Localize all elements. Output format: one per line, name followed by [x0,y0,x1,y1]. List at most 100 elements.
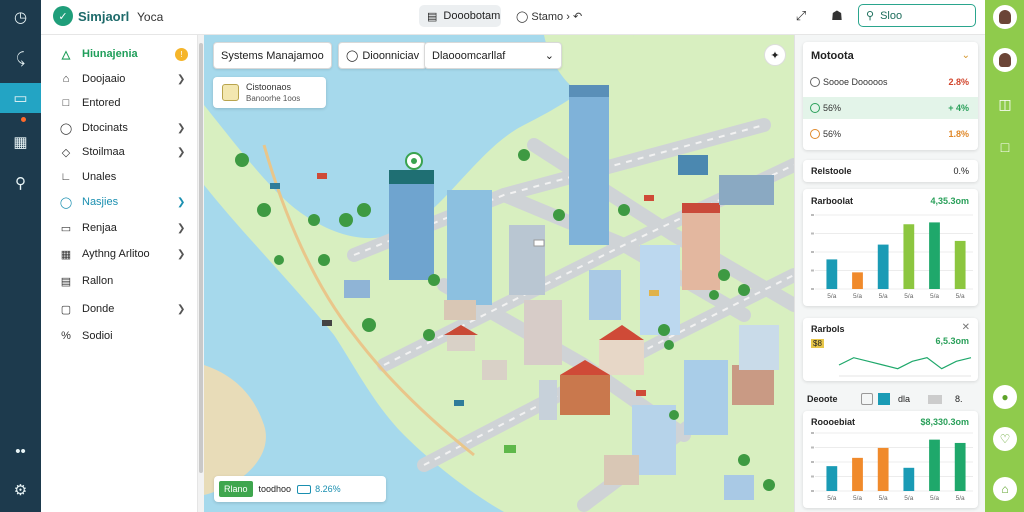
app-subtitle: Yoca [137,10,164,24]
expand-icon[interactable]: ⤢ [791,6,811,26]
sidebar-item-9[interactable]: ▤ Rallon [41,270,198,292]
sidebar-item-label: Entored [82,97,121,109]
bar[interactable] [903,467,915,491]
settings-icon[interactable]: ⚙ [0,475,41,505]
x-tick-label: 5/a [956,495,965,502]
panel-icon[interactable]: ◫ [993,92,1017,116]
sidebar-item-0[interactable]: △ Hiunajenia ! [41,43,198,65]
grid-icon: ▦ [60,248,72,261]
series-line[interactable] [838,357,972,370]
y-tick [811,269,814,272]
bar[interactable] [903,224,915,289]
status-card[interactable]: Relstoole 0.% [803,160,978,182]
box-icon: □ [62,97,70,109]
sidebar-item-label: Doojaaio [82,73,126,85]
y-tick [811,490,814,492]
bar[interactable] [877,244,889,289]
bell-icon[interactable]: ☗ [827,6,847,26]
x-tick-label: 5/a [853,293,862,300]
sidebar-item-label: Sodioi [82,330,113,342]
circle-icon: ◯ [59,196,73,209]
map-info-card[interactable]: Cistoonaos Banoorhe 1oos [213,77,326,108]
sidebar-item-6[interactable]: ◯ Nasjies ❯ [41,191,198,213]
metric-value: 1.8% [948,129,969,139]
clock-icon[interactable]: ◷ [0,2,41,32]
camera-icon[interactable] [861,393,873,405]
alert-badge: ! [175,47,188,61]
sidebar-item-5[interactable]: ∟ Unales [41,166,198,188]
bar[interactable] [826,466,838,491]
user-avatar[interactable] [993,5,1017,29]
metric-row[interactable]: 56% + 4% [803,97,978,119]
status-indicator[interactable]: ◯ Stamo › ↶ [516,10,582,23]
add-icon[interactable]: ● [993,385,1017,409]
x-tick-label: 5/a [879,495,888,502]
system-title-pill[interactable]: Systems Manajamoo [213,42,332,69]
chat-icon[interactable]: □ [993,135,1017,159]
search-box[interactable]: ⚲ Sloo [858,4,976,27]
doc-icon: ▤ [427,10,438,23]
user-avatar-2[interactable] [993,48,1017,72]
tab-active-marker[interactable] [878,393,890,405]
legend-button[interactable]: Rlano [219,481,253,497]
y-tick [811,432,814,434]
scroll-thumb[interactable] [199,43,203,473]
sidebar-item-2[interactable]: □ Entored [41,92,198,114]
monitor-icon[interactable]: ▭ [0,83,41,113]
search-icon: ◯ [59,122,73,135]
legend-percentage: 8.26% [297,484,341,494]
line-chart[interactable] [803,318,978,381]
metric-label: Soooe Dooooos [823,77,888,87]
view-selector[interactable]: ▤ Dooobotam [419,5,501,27]
chevron-down-icon[interactable]: ⌄ [962,50,970,61]
bar-chart-1[interactable]: 5/a 5/a 5/a 5/a 5/a 5/a [803,189,978,306]
info-card-title: Cistoonaos [246,82,292,92]
sidebar-item-8[interactable]: ▦ Aythng Arlitoo ❯ [41,243,198,265]
home-icon[interactable]: ⌂ [993,477,1017,501]
bar[interactable] [954,442,966,491]
metric-row[interactable]: Soooe Dooooos 2.8% [803,71,978,93]
sidebar-item-1[interactable]: ⌂ Doojaaio ❯ [41,68,198,90]
share-icon[interactable]: ⤹ [0,43,41,73]
sidebar-item-label: Unales [82,171,117,183]
x-tick-label: 5/a [853,495,862,502]
tab-0[interactable]: Deoote [807,394,838,404]
location-icon[interactable]: ⚲ [0,168,41,198]
tab-1[interactable]: dla [898,394,910,404]
bar[interactable] [954,240,966,289]
sidebar-item-11[interactable]: % Sodioi [41,325,198,347]
bar[interactable] [929,222,940,289]
metrics-title: Motoota [811,50,854,62]
heart-icon[interactable]: ♡ [993,427,1017,451]
compass-icon[interactable]: ✦ [764,44,786,66]
tab-2[interactable]: 8. [955,394,963,404]
bar[interactable] [929,439,940,491]
bar[interactable] [852,457,863,491]
city-map[interactable]: Systems Manajamoo ◯ Dioonniciav Dlaooomc… [204,35,794,512]
search-input[interactable]: Sloo [880,10,902,22]
bar[interactable] [826,259,838,289]
percent-icon: % [61,330,71,342]
sidebar-item-4[interactable]: ◇ Stoilmaa ❯ [41,141,198,163]
notification-dot [21,117,26,122]
bar-chart-3[interactable]: 5/a 5/a 5/a 5/a 5/a 5/a [803,411,978,508]
search-icon: ⚲ [866,10,875,22]
metric-icon [810,103,820,113]
sidebar-item-7[interactable]: ▭ Renjaa ❯ [41,217,198,239]
metric-row[interactable]: 56% 1.8% [803,123,978,145]
bar[interactable] [877,447,889,491]
map-layer-dropdown[interactable]: Dlaooomcarllaf ⌄ [424,42,562,69]
bar[interactable] [852,272,863,289]
x-tick-label: 5/a [827,293,836,300]
metric-label: 56% [823,103,842,113]
chevron-down-icon: ⌄ [544,50,554,62]
legend-percentage-value: 8.26% [315,484,341,494]
building-icon[interactable]: ▦ [0,127,41,157]
tab-placeholder[interactable] [928,395,942,404]
status-value: 0.% [953,166,969,176]
view-toggle[interactable]: ◯ Dioonniciav [338,42,428,69]
sidebar-item-10[interactable]: ▢ Donde ❯ [41,298,198,320]
more-icon[interactable]: •• [0,436,41,466]
sidebar-item-3[interactable]: ◯ Dtocinats ❯ [41,117,198,139]
info-card-subtitle: Banoorhe 1oos [246,94,301,103]
